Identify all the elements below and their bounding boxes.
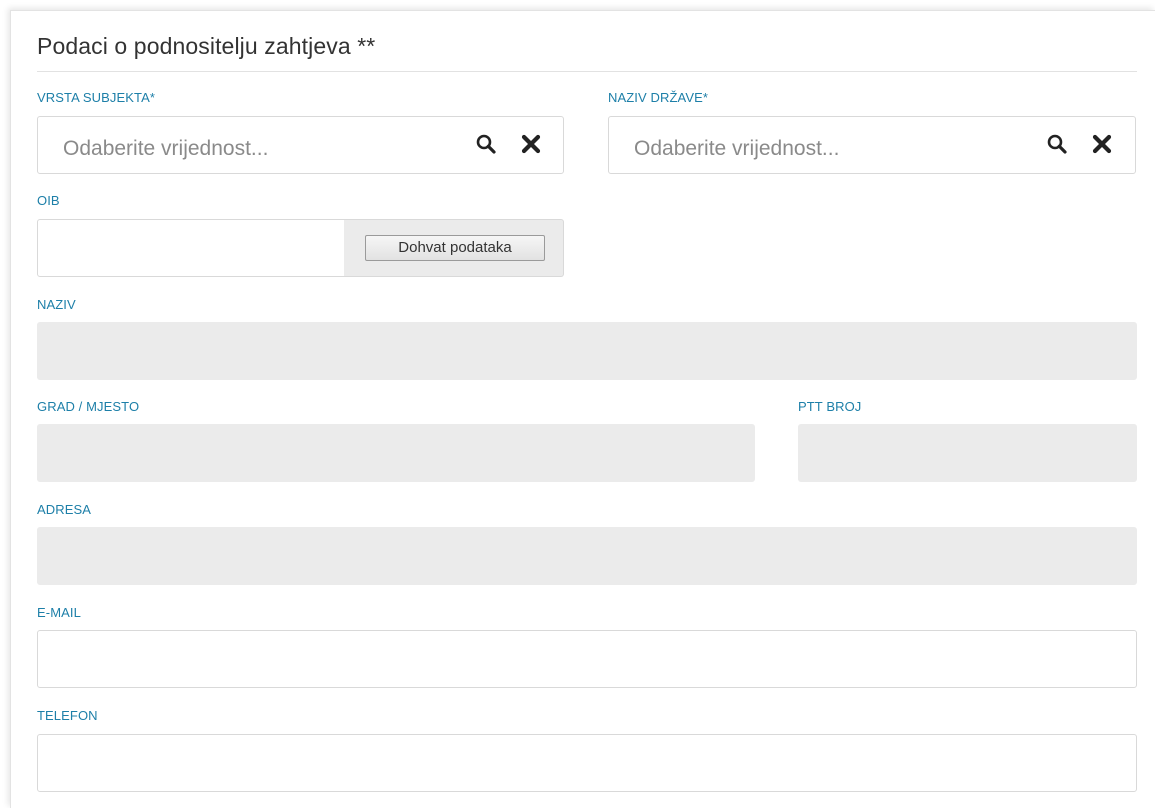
naziv-drzave-select[interactable]: Odaberite vrijednost... (608, 116, 1136, 174)
naziv-drzave-label: NAZIV DRŽAVE* (608, 90, 709, 105)
vrsta-subjekta-select[interactable]: Odaberite vrijednost... (37, 116, 564, 174)
adresa-label: ADRESA (37, 502, 92, 517)
naziv-label: NAZIV (37, 297, 76, 312)
vrsta-subjekta-placeholder: Odaberite vrijednost... (63, 137, 269, 160)
oib-addon: Dohvat podataka (344, 219, 564, 277)
title-divider (37, 71, 1137, 72)
naziv-drzave-placeholder: Odaberite vrijednost... (634, 137, 840, 160)
oib-label: OIB (37, 193, 60, 208)
vrsta-subjekta-label: VRSTA SUBJEKTA* (37, 90, 156, 105)
email-label: E-MAIL (37, 605, 81, 620)
ptt-broj-field (798, 424, 1137, 482)
search-icon[interactable] (475, 133, 497, 155)
grad-mjesto-field (37, 424, 755, 482)
search-icon[interactable] (1046, 133, 1068, 155)
section-title: Podaci o podnositelju zahtjeva ** (37, 33, 376, 59)
grad-mjesto-label: GRAD / MJESTO (37, 399, 140, 414)
email-input[interactable] (37, 630, 1137, 688)
clear-icon[interactable] (1091, 133, 1113, 155)
telefon-label: TELEFON (37, 708, 98, 723)
adresa-field (37, 527, 1137, 585)
clear-icon[interactable] (520, 133, 542, 155)
dohvat-podataka-button[interactable]: Dohvat podataka (365, 235, 545, 261)
telefon-input[interactable] (37, 734, 1137, 792)
ptt-broj-label: PTT BROJ (798, 399, 862, 414)
oib-input[interactable] (37, 219, 345, 277)
naziv-field (37, 322, 1137, 380)
